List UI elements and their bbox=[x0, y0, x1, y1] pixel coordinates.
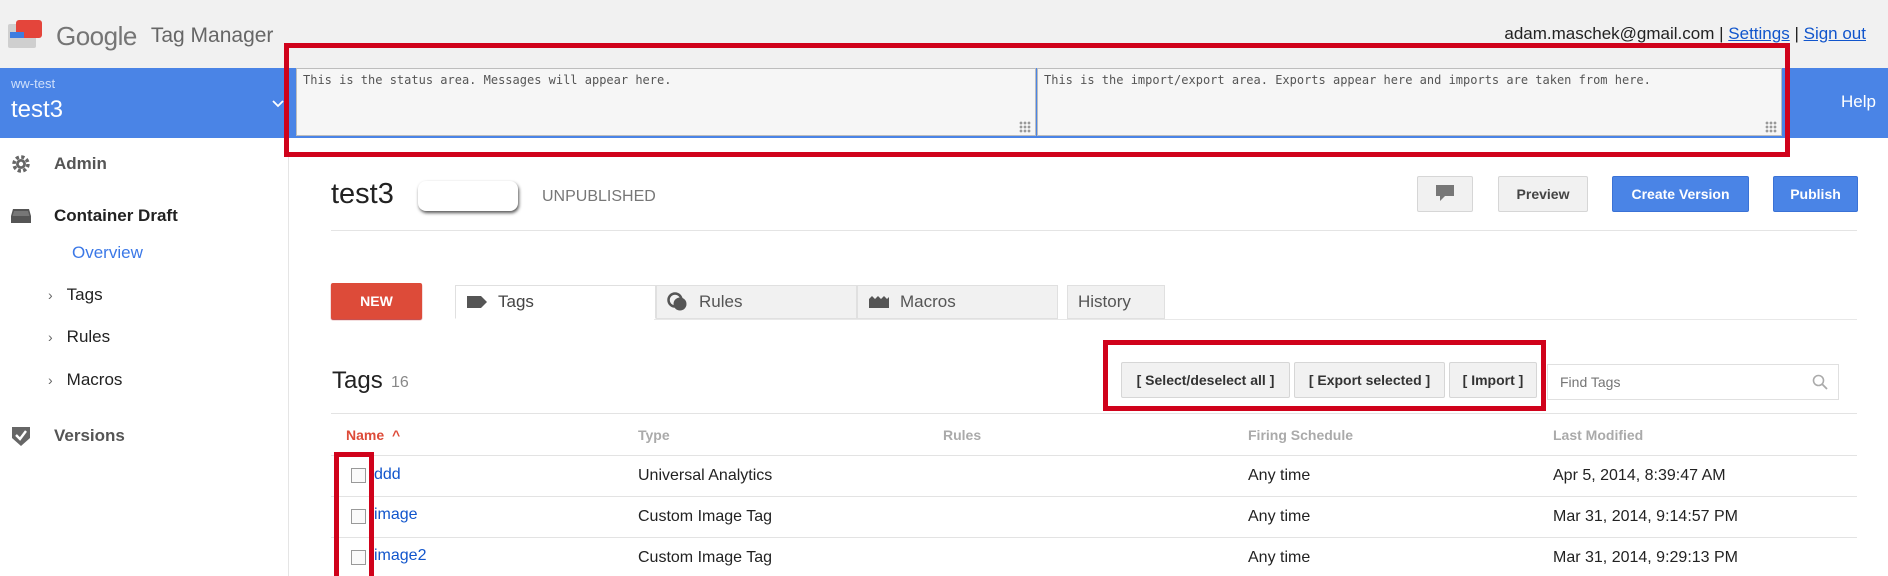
tab-label: Macros bbox=[900, 292, 956, 311]
tag-type: Custom Image Tag bbox=[638, 508, 772, 525]
sidebar bbox=[0, 138, 289, 576]
divider bbox=[331, 496, 1857, 497]
firing-schedule: Any time bbox=[1248, 508, 1311, 525]
separator: | bbox=[1794, 24, 1799, 43]
divider bbox=[331, 413, 1857, 414]
sidebar-item-admin[interactable]: Admin bbox=[10, 153, 107, 175]
publish-button[interactable]: Publish bbox=[1773, 176, 1858, 212]
highlight-box bbox=[284, 43, 1790, 157]
logo-google-text: Google bbox=[56, 20, 137, 51]
tab-tags[interactable]: Tags bbox=[455, 285, 656, 319]
tag-name-link[interactable]: image bbox=[374, 506, 418, 524]
chevron-down-icon[interactable] bbox=[272, 96, 284, 114]
last-modified: Apr 5, 2014, 8:39:47 AM bbox=[1553, 467, 1726, 484]
sidebar-item-label: Macros bbox=[66, 370, 123, 389]
gear-icon bbox=[10, 153, 32, 175]
gtm-logo[interactable]: Google Tag Manager bbox=[8, 16, 273, 56]
rules-icon bbox=[667, 292, 689, 312]
last-modified: Mar 31, 2014, 9:29:13 PM bbox=[1553, 549, 1738, 566]
create-version-button[interactable]: Create Version bbox=[1612, 176, 1749, 212]
macros-icon bbox=[868, 295, 890, 309]
separator: | bbox=[1719, 24, 1724, 43]
tab-label: Tags bbox=[498, 292, 534, 311]
container-selector[interactable]: test3 bbox=[11, 96, 63, 124]
sidebar-item-label: Container Draft bbox=[54, 206, 178, 225]
search-icon[interactable] bbox=[1812, 374, 1828, 395]
sidebar-item-rules[interactable]: › Rules bbox=[48, 327, 110, 347]
sidebar-item-label: Versions bbox=[54, 426, 125, 445]
highlight-box bbox=[1103, 340, 1546, 411]
column-header-rules[interactable]: Rules bbox=[943, 427, 981, 443]
user-email: adam.maschek@gmail.com bbox=[1504, 24, 1715, 43]
sidebar-item-label: Rules bbox=[66, 327, 111, 346]
preview-button[interactable]: Preview bbox=[1498, 176, 1588, 212]
sidebar-item-container-draft[interactable]: Container Draft bbox=[10, 205, 178, 227]
tag-name-link[interactable]: ddd bbox=[374, 466, 401, 484]
tag-icon bbox=[466, 295, 488, 309]
firing-schedule: Any time bbox=[1248, 549, 1311, 566]
logo-product-text: Tag Manager bbox=[150, 24, 274, 47]
sort-asc-icon: ^ bbox=[392, 427, 401, 443]
sidebar-item-label: Admin bbox=[54, 154, 107, 173]
shield-check-icon bbox=[10, 425, 32, 447]
tag-type: Universal Analytics bbox=[638, 467, 773, 484]
sign-out-link[interactable]: Sign out bbox=[1804, 24, 1866, 43]
column-header-last-modified[interactable]: Last Modified bbox=[1553, 427, 1643, 443]
page-title: test3 bbox=[331, 178, 394, 210]
tab-history[interactable]: History bbox=[1067, 285, 1165, 319]
firing-schedule: Any time bbox=[1248, 467, 1311, 484]
last-modified: Mar 31, 2014, 9:14:57 PM bbox=[1553, 508, 1738, 525]
sidebar-item-tags[interactable]: › Tags bbox=[48, 285, 103, 305]
sidebar-item-overview[interactable]: Overview bbox=[72, 243, 143, 263]
divider bbox=[331, 455, 1857, 456]
tab-label: Rules bbox=[699, 292, 743, 311]
sidebar-item-versions[interactable]: Versions bbox=[10, 425, 125, 447]
settings-link[interactable]: Settings bbox=[1728, 24, 1789, 43]
account-name: ww-test bbox=[11, 76, 56, 91]
inbox-icon bbox=[10, 205, 32, 227]
sidebar-item-label: Tags bbox=[66, 285, 103, 304]
publish-status: UNPUBLISHED bbox=[542, 188, 656, 205]
divider bbox=[654, 319, 1857, 320]
new-button[interactable]: NEW bbox=[331, 283, 422, 319]
search-input[interactable] bbox=[1547, 364, 1839, 400]
divider bbox=[331, 230, 1857, 231]
notes-button[interactable] bbox=[1417, 176, 1473, 212]
tag-name-link[interactable]: image2 bbox=[374, 547, 426, 565]
tab-macros[interactable]: Macros bbox=[857, 285, 1058, 319]
chevron-right-icon: › bbox=[48, 329, 53, 345]
sidebar-item-macros[interactable]: › Macros bbox=[48, 370, 122, 390]
column-header-firing-schedule[interactable]: Firing Schedule bbox=[1248, 427, 1353, 443]
column-header-type[interactable]: Type bbox=[638, 427, 670, 443]
tab-label: History bbox=[1078, 292, 1131, 311]
chevron-right-icon: › bbox=[48, 372, 53, 388]
chevron-right-icon: › bbox=[48, 287, 53, 303]
comment-icon bbox=[1435, 184, 1455, 205]
column-header-name[interactable]: Name ^ bbox=[346, 427, 400, 443]
tab-rules[interactable]: Rules bbox=[656, 285, 857, 319]
title-badge bbox=[418, 181, 518, 211]
tag-count: 16 bbox=[391, 374, 409, 391]
user-links: adam.maschek@gmail.com | Settings | Sign… bbox=[1504, 24, 1866, 44]
tag-type: Custom Image Tag bbox=[638, 549, 772, 566]
divider bbox=[331, 537, 1857, 538]
section-title: Tags bbox=[332, 367, 383, 394]
help-link[interactable]: Help bbox=[1841, 92, 1876, 112]
tag-manager-logo-icon bbox=[8, 20, 44, 52]
highlight-box bbox=[334, 452, 374, 576]
